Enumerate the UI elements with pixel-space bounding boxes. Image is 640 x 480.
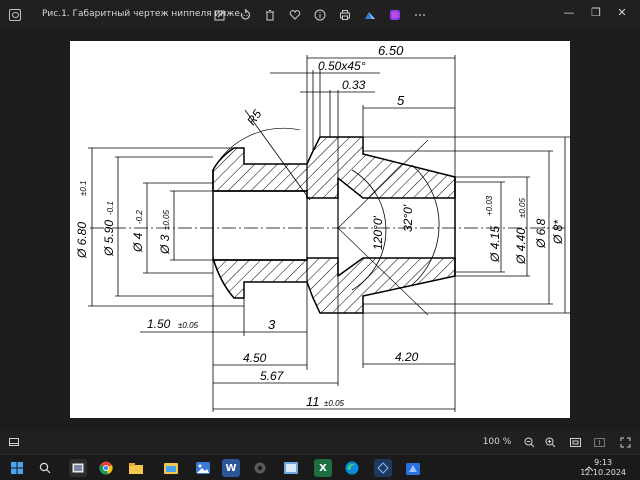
maximize-button[interactable]: ❐: [586, 4, 606, 20]
dim-5-67: 5.67: [260, 369, 285, 383]
dim-11: 11: [306, 394, 320, 409]
dim-d4: Ø 4: [131, 232, 145, 253]
zoom-level: 100 %: [482, 437, 512, 447]
dim-d6-8: Ø 6.8: [534, 218, 548, 249]
zoom-out-icon[interactable]: [522, 436, 536, 448]
delete-icon[interactable]: [263, 8, 277, 22]
search-icon[interactable]: [36, 459, 54, 477]
clock-date: 12.10.2024: [580, 468, 626, 477]
dim-d3: Ø 3: [158, 234, 172, 255]
dim-d5-90: Ø 5.90: [102, 220, 116, 257]
actual-size-icon[interactable]: [592, 436, 606, 448]
dim-d3-tol: ±0.05: [162, 209, 171, 230]
dim-6-50: 6.50: [378, 43, 404, 58]
system-clock[interactable]: 9:13 12.10.2024: [580, 458, 626, 478]
engineering-drawing: 6.50 0.50x45° 0.33 5 R5 Ø 6.80 ±0.1 Ø 5.…: [70, 41, 570, 418]
dim-d5-90-tol: -0.1: [106, 201, 115, 215]
rotate-icon[interactable]: [238, 8, 252, 22]
dim-11-tol: ±0.05: [324, 399, 345, 408]
dim-d4-tol: -0.2: [135, 210, 144, 224]
edge-icon[interactable]: [343, 459, 361, 477]
dim-d4-40: Ø 4.40: [514, 228, 528, 265]
favorite-icon[interactable]: [288, 8, 302, 22]
nipple-drawing-svg: 6.50 0.50x45° 0.33 5 R5 Ø 6.80 ±0.1 Ø 5.…: [75, 43, 570, 412]
minimize-button[interactable]: —: [559, 4, 579, 20]
title-bar: Рис.1. Габаритный чертеж ниппеля инже...…: [0, 0, 640, 30]
chrome-icon[interactable]: [97, 459, 115, 477]
info-icon[interactable]: [313, 8, 327, 22]
photos-app-icon: [9, 9, 21, 21]
dim-angle-32: 32°0': [401, 204, 415, 232]
image-viewer[interactable]: 6.50 0.50x45° 0.33 5 R5 Ø 6.80 ±0.1 Ø 5.…: [0, 30, 640, 430]
dim-1-50: 1.50: [147, 317, 171, 331]
windows-taskbar: W X 9:13 12.10.2024: [0, 454, 640, 480]
dim-4-50: 4.50: [243, 351, 267, 365]
status-bar: 100 %: [0, 430, 640, 454]
zoom-in-icon[interactable]: [543, 436, 557, 448]
dim-0-33: 0.33: [342, 78, 366, 92]
dim-r5: R5: [244, 107, 264, 128]
dim-5: 5: [397, 93, 405, 108]
dim-angle-120: 120°0': [371, 216, 385, 250]
dim-4-20: 4.20: [395, 350, 419, 364]
photos-icon[interactable]: [194, 459, 212, 477]
dim-d4-15: Ø 4.15: [488, 226, 502, 263]
app-store-icon[interactable]: [404, 459, 422, 477]
dim-d8: Ø 8*: [551, 220, 565, 245]
dim-1-50-tol: ±0.05: [178, 321, 199, 330]
clock-time: 9:13: [594, 458, 613, 467]
excel-icon[interactable]: X: [314, 459, 332, 477]
file-explorer-icon[interactable]: [127, 459, 145, 477]
dim-d4-15-tol: +0.03: [485, 195, 494, 216]
dim-d6-80: Ø 6.80: [75, 222, 89, 259]
dim-d6-80-tol: ±0.1: [79, 180, 88, 196]
start-icon[interactable]: [8, 459, 26, 477]
upper-section: [212, 136, 456, 199]
fit-to-window-icon[interactable]: [568, 436, 582, 448]
edit-image-icon[interactable]: [213, 8, 227, 22]
media-icon[interactable]: [282, 459, 300, 477]
files-app-icon[interactable]: [162, 459, 180, 477]
settings-icon[interactable]: [251, 459, 269, 477]
print-icon[interactable]: [338, 8, 352, 22]
filmstrip-icon[interactable]: [8, 436, 20, 448]
remote-desktop-icon[interactable]: [374, 459, 392, 477]
dim-d4-40-tol: ±0.05: [518, 197, 527, 218]
copilot-icon[interactable]: [388, 8, 402, 22]
dim-3: 3: [268, 317, 276, 332]
cloud-icon[interactable]: [363, 8, 377, 22]
close-button[interactable]: ✕: [612, 4, 632, 20]
word-icon[interactable]: W: [222, 459, 240, 477]
dim-chamfer: 0.50x45°: [318, 59, 366, 73]
lower-section: [212, 257, 456, 314]
task-view-icon[interactable]: [69, 459, 87, 477]
more-options-icon[interactable]: [413, 8, 427, 22]
fullscreen-icon[interactable]: [618, 436, 632, 448]
